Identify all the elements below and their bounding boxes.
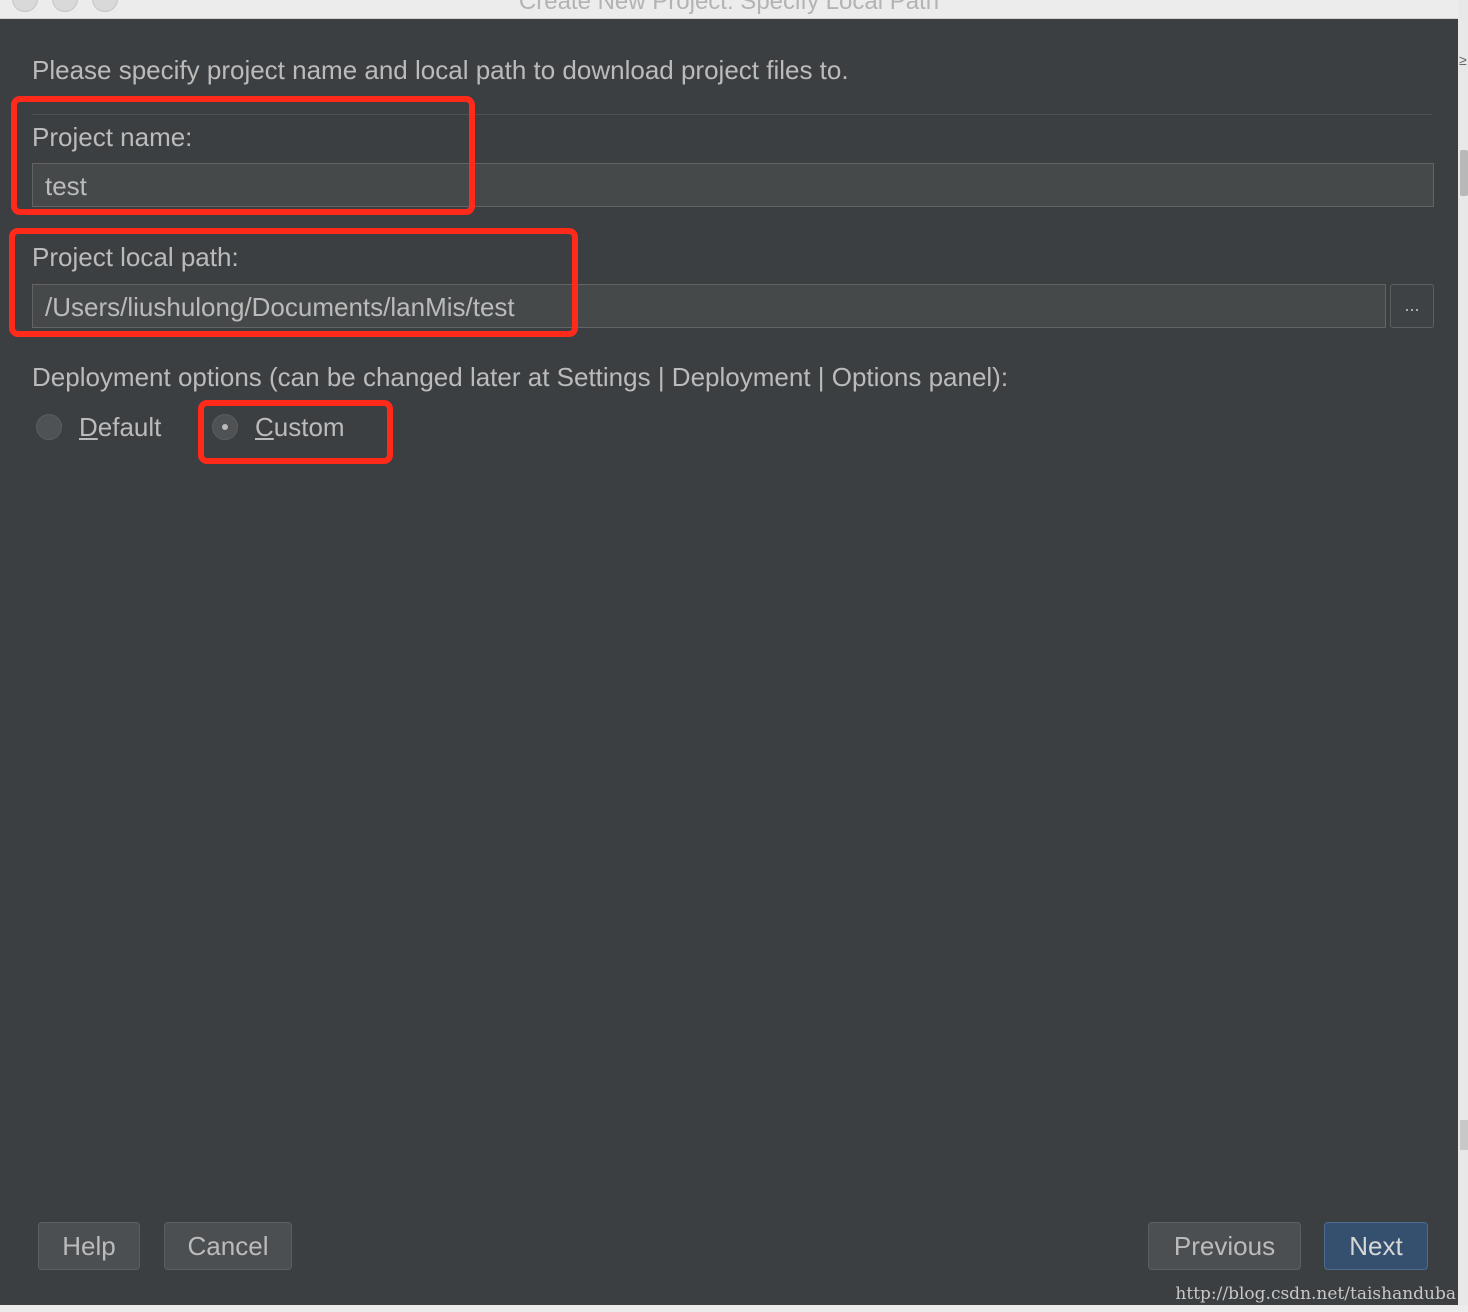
background-window-edge [1458,0,1468,1312]
help-button[interactable]: Help [38,1222,140,1270]
default-radio[interactable] [36,414,62,440]
background-window-glyph: ≥ [1459,52,1467,68]
project-path-input[interactable]: /Users/liushulong/Documents/lanMis/test [32,284,1386,328]
custom-radio-label[interactable]: Custom [255,412,345,443]
project-name-label: Project name: [32,122,193,152]
default-radio-label[interactable]: Default [79,412,161,443]
project-path-label: Project local path: [32,242,239,272]
custom-radio[interactable] [212,414,238,440]
project-name-input[interactable]: test [32,163,1434,207]
background-scrollbar-thumb [1460,150,1468,196]
default-mnemonic: D [79,412,98,442]
window-title: Create New Project: Specify Local Path [518,0,940,15]
next-button[interactable]: Next [1324,1222,1428,1270]
custom-mnemonic: C [255,412,274,442]
cancel-button[interactable]: Cancel [164,1222,292,1270]
background-window-mark [1460,1120,1468,1150]
custom-label-rest: ustom [273,412,345,442]
watermark-text: http://blog.csdn.net/taishanduba [1175,1284,1456,1304]
deployment-options-label: Deployment options (can be changed later… [32,362,1009,392]
intro-text: Please specify project name and local pa… [32,55,849,85]
browse-path-button[interactable]: ... [1390,284,1434,328]
default-label-rest: efault [97,412,162,442]
dialog-panel: Please specify project name and local pa… [0,19,1458,1305]
previous-button[interactable]: Previous [1148,1222,1301,1270]
window-titlebar: Create New Project: Specify Local Path [0,0,1458,19]
bottom-window-edge [0,1305,1468,1312]
separator [32,114,1432,115]
